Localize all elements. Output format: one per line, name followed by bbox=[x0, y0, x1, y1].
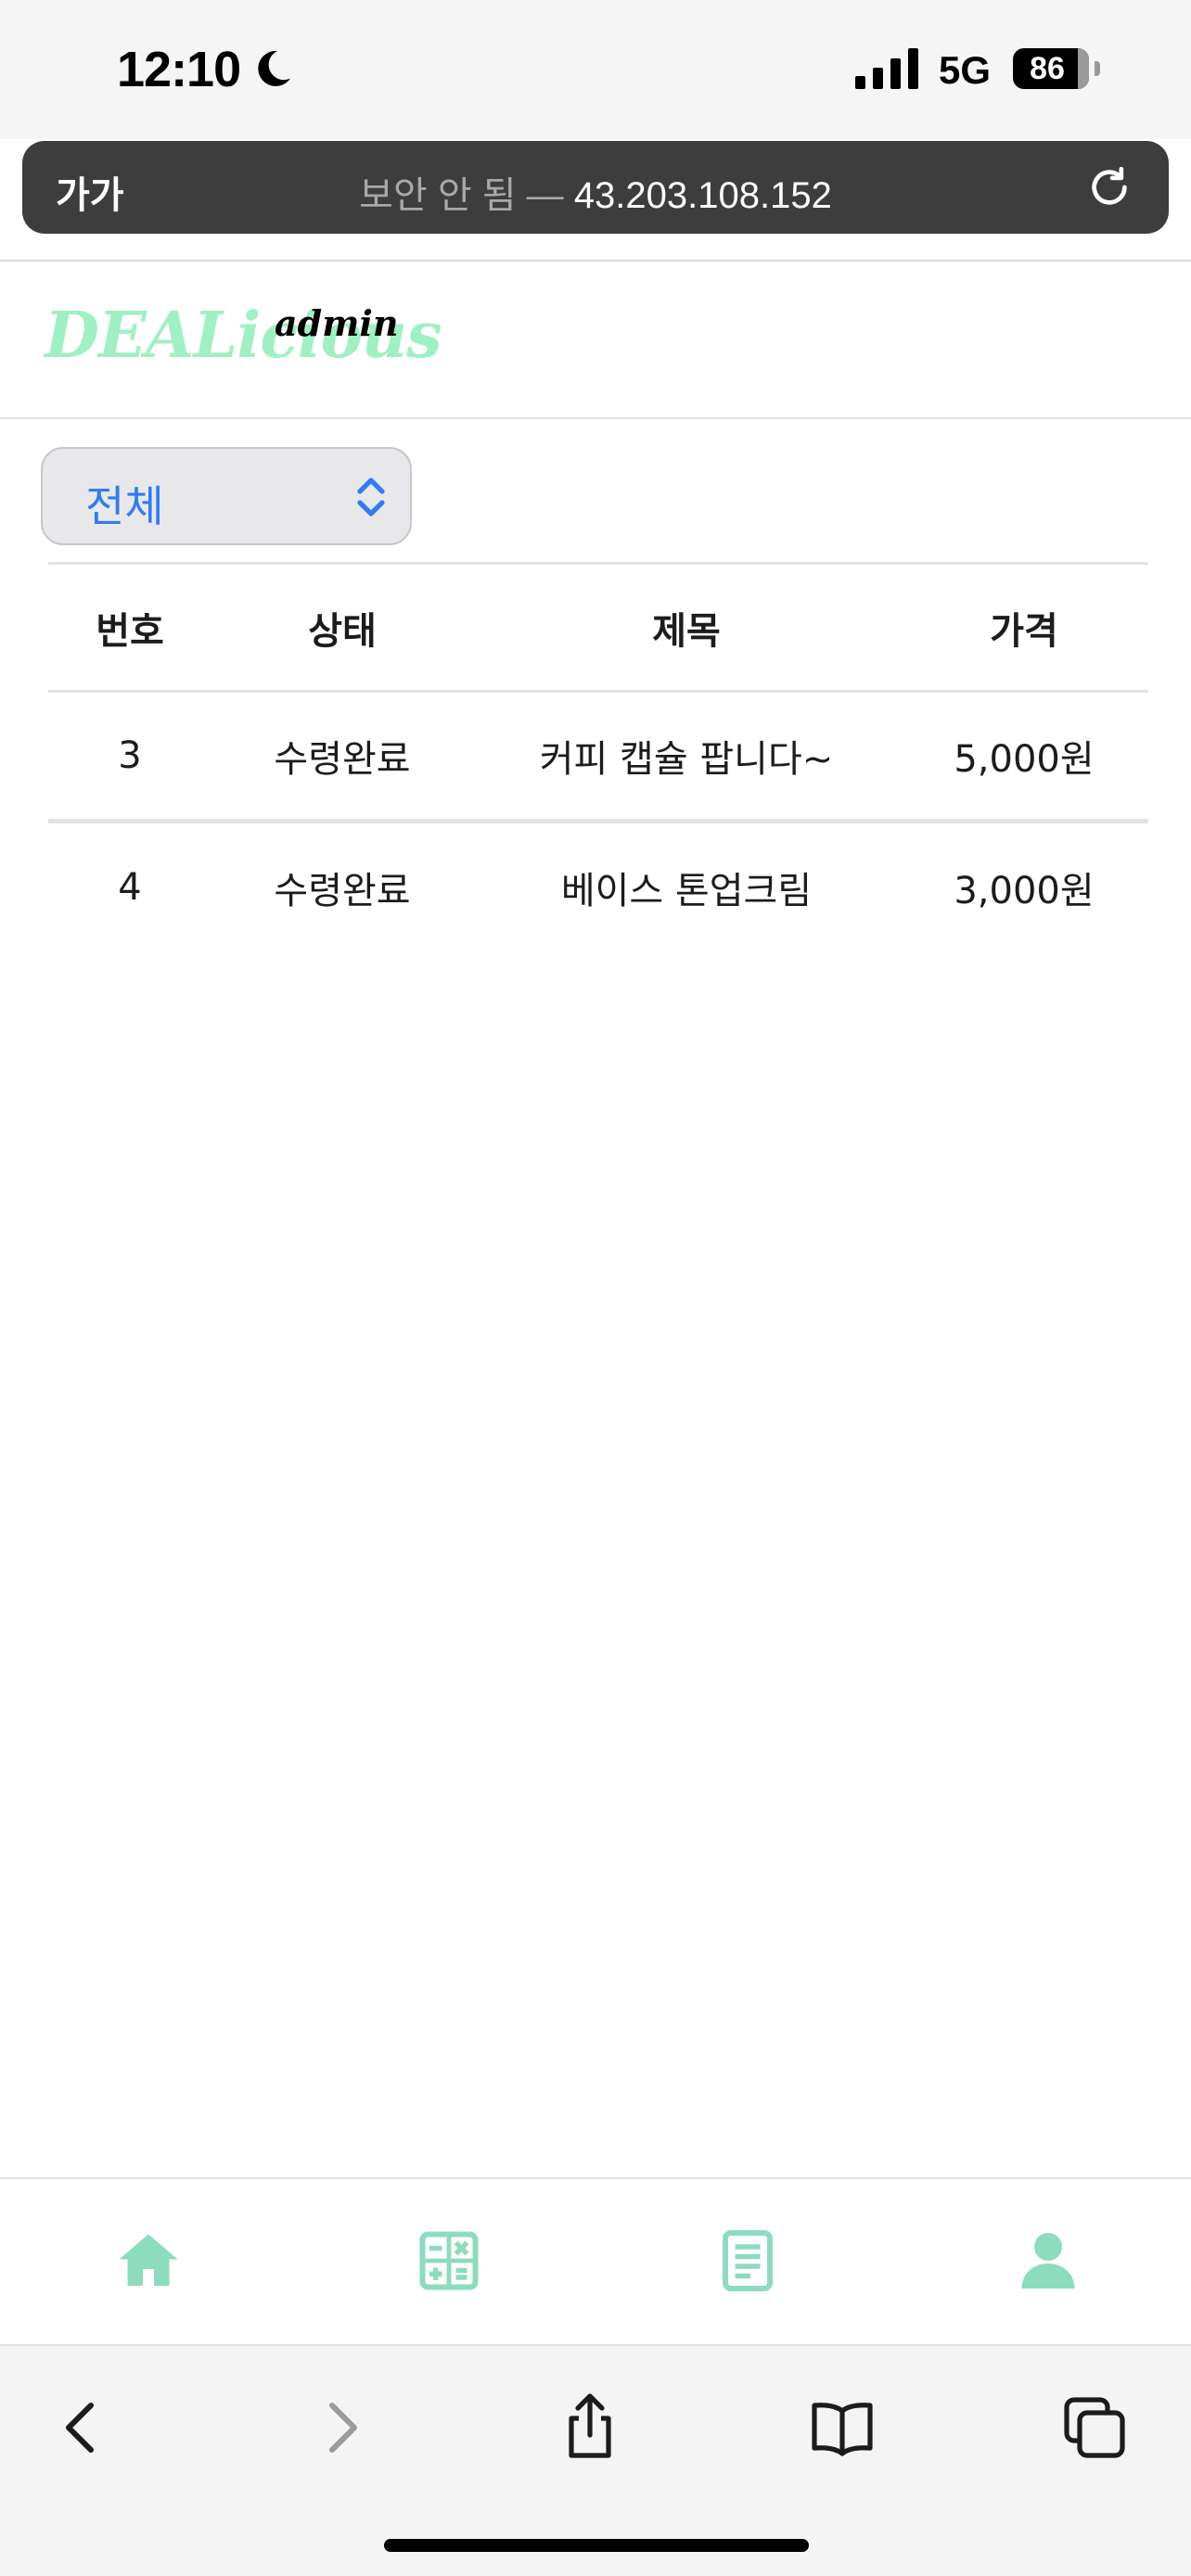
filter-selected-value: 전체 bbox=[85, 481, 164, 531]
status-time: 12:10 bbox=[117, 42, 241, 97]
share-icon[interactable] bbox=[553, 2391, 627, 2465]
battery-icon: 86 bbox=[1013, 48, 1089, 89]
url-host: 43.203.108.152 bbox=[573, 175, 832, 216]
home-indicator bbox=[384, 2539, 809, 2552]
cell-status: 수령완료 bbox=[274, 869, 411, 912]
battery-level: 86 bbox=[1030, 50, 1065, 86]
home-icon[interactable] bbox=[115, 2227, 182, 2294]
network-label: 5G bbox=[939, 48, 992, 92]
forward-icon[interactable] bbox=[304, 2391, 378, 2465]
user-icon[interactable] bbox=[1015, 2227, 1082, 2294]
column-header-title: 제목 bbox=[652, 609, 721, 653]
table-header-row: 번호 상태 제목 가격 bbox=[48, 564, 1148, 692]
document-icon[interactable] bbox=[714, 2227, 781, 2294]
column-header-number: 번호 bbox=[96, 609, 164, 653]
table-row[interactable]: 4 수령완료 베이스 톤업크림 3,000원 bbox=[48, 821, 1148, 951]
cell-price: 5,000원 bbox=[954, 738, 1095, 781]
cell-title[interactable]: 베이스 톤업크림 bbox=[473, 822, 900, 951]
battery-tip bbox=[1095, 61, 1100, 76]
status-filter-select[interactable]: 전체 bbox=[41, 447, 412, 545]
bottom-nav bbox=[0, 2177, 1191, 2342]
tabs-icon[interactable] bbox=[1057, 2391, 1132, 2465]
security-warning: 보안 안 됨 — bbox=[359, 175, 564, 216]
back-icon[interactable] bbox=[45, 2391, 119, 2465]
orders-table: 번호 상태 제목 가격 3 수령완료 커피 캡슐 팝니다~ 5,000원 4 수… bbox=[48, 562, 1148, 951]
chevron-updown-icon bbox=[357, 478, 385, 516]
app-header: DEALicious admin bbox=[0, 261, 1191, 419]
address-bar[interactable]: 가가 보안 안 됨 — 43.203.108.152 bbox=[22, 141, 1169, 234]
cell-price: 3,000원 bbox=[954, 869, 1095, 912]
calculator-icon[interactable] bbox=[416, 2227, 482, 2294]
cell-status: 수령완료 bbox=[274, 738, 411, 781]
bookmarks-icon[interactable] bbox=[805, 2391, 879, 2465]
column-header-status: 상태 bbox=[308, 609, 377, 653]
column-header-price: 가격 bbox=[990, 609, 1058, 653]
table-row[interactable]: 3 수령완료 커피 캡슐 팝니다~ 5,000원 bbox=[48, 692, 1148, 822]
status-bar: 12:10 5G 86 bbox=[0, 0, 1191, 139]
cell-title[interactable]: 커피 캡슐 팝니다~ bbox=[473, 692, 900, 822]
signal-icon bbox=[855, 48, 918, 89]
cell-number: 3 bbox=[118, 734, 142, 777]
cell-number: 4 bbox=[118, 865, 142, 909]
moon-icon bbox=[258, 50, 290, 86]
reload-icon[interactable] bbox=[1083, 161, 1135, 213]
url-display[interactable]: 보안 안 됨 — 43.203.108.152 bbox=[22, 165, 1169, 219]
logo-admin-badge: admin bbox=[275, 302, 399, 344]
